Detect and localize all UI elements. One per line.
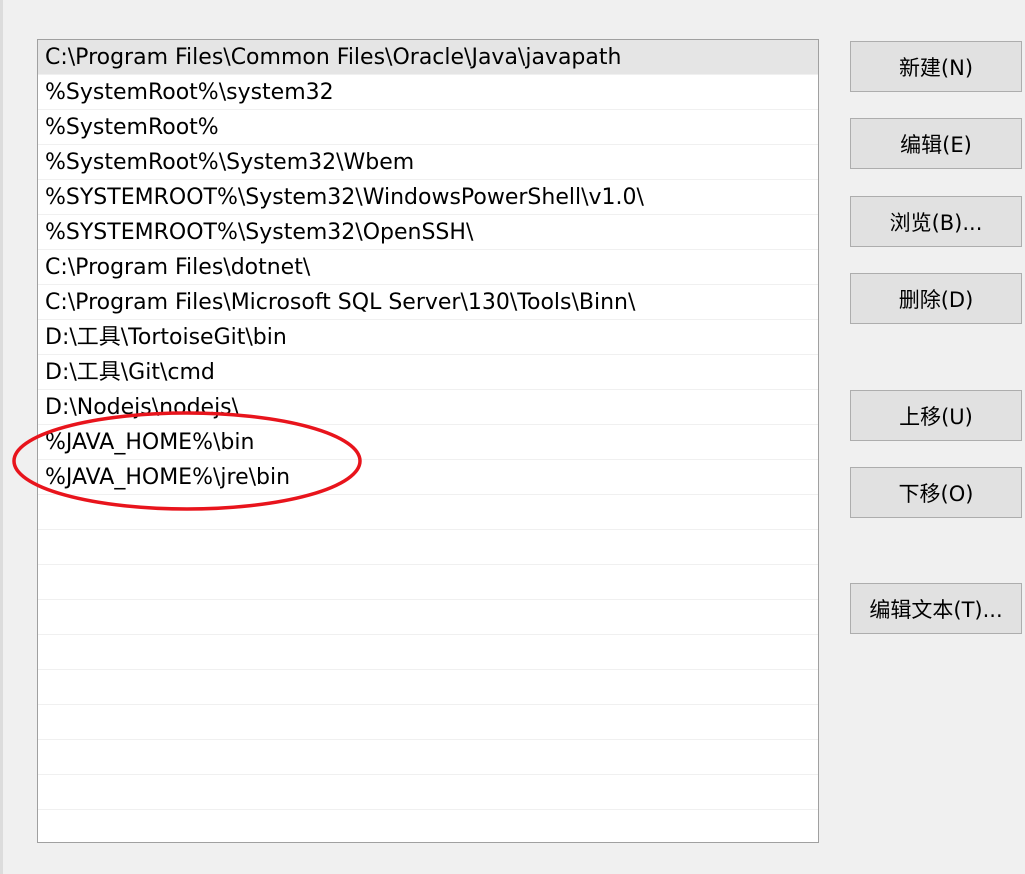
edit-button[interactable]: 编辑(E) — [850, 118, 1022, 169]
list-item[interactable]: %JAVA_HOME%\bin — [38, 425, 818, 460]
list-item[interactable]: D:\工具\Git\cmd — [38, 355, 818, 390]
list-item[interactable]: %SystemRoot% — [38, 110, 818, 145]
empty-list-row[interactable] — [38, 600, 818, 635]
list-item[interactable]: %JAVA_HOME%\jre\bin — [38, 460, 818, 495]
list-item[interactable]: D:\工具\TortoiseGit\bin — [38, 320, 818, 355]
list-item[interactable]: C:\Program Files\Common Files\Oracle\Jav… — [38, 40, 818, 75]
empty-list-row[interactable] — [38, 530, 818, 565]
list-item[interactable]: %SYSTEMROOT%\System32\WindowsPowerShell\… — [38, 180, 818, 215]
path-entries-list[interactable]: C:\Program Files\Common Files\Oracle\Jav… — [37, 39, 819, 843]
list-item[interactable]: C:\Program Files\Microsoft SQL Server\13… — [38, 285, 818, 320]
list-item[interactable]: %SystemRoot%\system32 — [38, 75, 818, 110]
list-item[interactable]: C:\Program Files\dotnet\ — [38, 250, 818, 285]
browse-button[interactable]: 浏览(B)... — [850, 196, 1022, 247]
delete-button[interactable]: 删除(D) — [850, 273, 1022, 324]
empty-list-row[interactable] — [38, 565, 818, 600]
list-item[interactable]: %SystemRoot%\System32\Wbem — [38, 145, 818, 180]
empty-list-row[interactable] — [38, 635, 818, 670]
new-button[interactable]: 新建(N) — [850, 41, 1022, 92]
edit-text-button[interactable]: 编辑文本(T)... — [850, 583, 1022, 634]
empty-list-row[interactable] — [38, 810, 818, 842]
empty-list-row[interactable] — [38, 495, 818, 530]
window-edge — [0, 0, 3, 874]
empty-list-row[interactable] — [38, 705, 818, 740]
list-item[interactable]: %SYSTEMROOT%\System32\OpenSSH\ — [38, 215, 818, 250]
move-down-button[interactable]: 下移(O) — [850, 467, 1022, 518]
list-item[interactable]: D:\Nodejs\nodejs\ — [38, 390, 818, 425]
move-up-button[interactable]: 上移(U) — [850, 390, 1022, 441]
empty-list-row[interactable] — [38, 670, 818, 705]
empty-list-row[interactable] — [38, 775, 818, 810]
empty-list-row[interactable] — [38, 740, 818, 775]
edit-environment-variable-dialog: C:\Program Files\Common Files\Oracle\Jav… — [0, 0, 1025, 874]
